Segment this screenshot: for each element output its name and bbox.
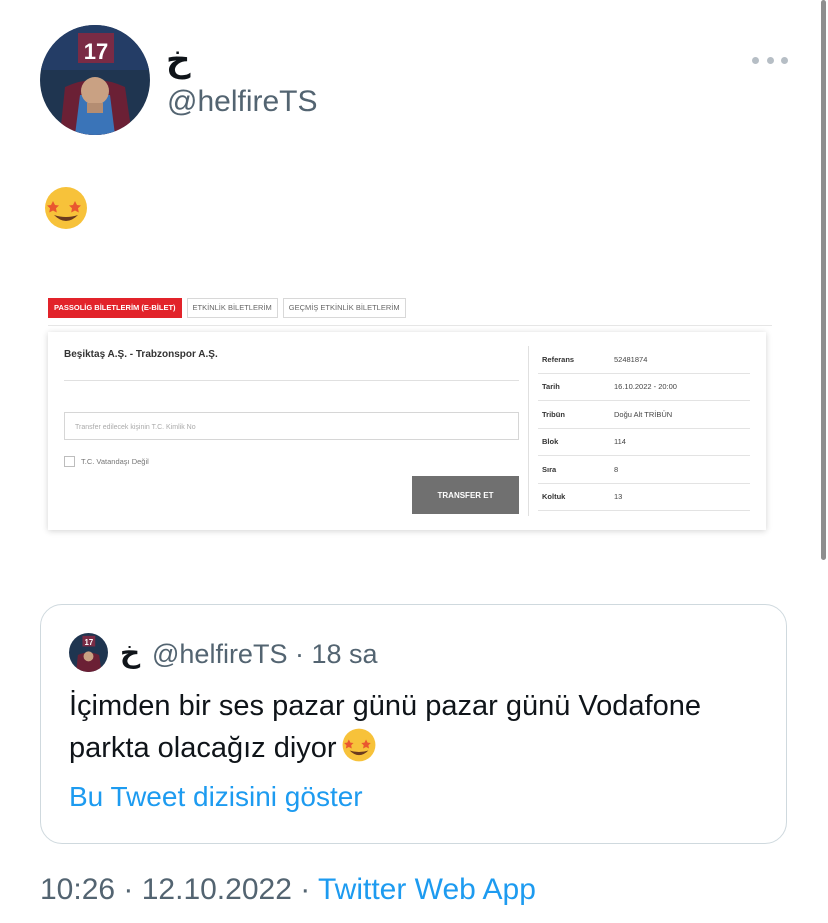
scrollbar[interactable] xyxy=(821,0,826,560)
quoted-handle-time: @helfireTS · 18 sa xyxy=(152,639,378,669)
detail-row: Koltuk 13 xyxy=(538,484,750,511)
quoted-text: İçimden bir ses pazar günü pazar günü Vo… xyxy=(69,685,769,769)
match-title: Beşiktaş A.Ş. - Trabzonspor A.Ş. xyxy=(64,349,218,360)
ticket-card: Beşiktaş A.Ş. - Trabzonspor A.Ş. Transfe… xyxy=(48,332,766,530)
divider xyxy=(64,380,519,381)
star-struck-emoji xyxy=(341,727,377,763)
source-app-link[interactable]: Twitter Web App xyxy=(318,873,536,906)
quoted-display-name: خ xyxy=(120,636,141,669)
non-citizen-checkbox-row: T.C. Vatandaşı Değil xyxy=(64,456,149,467)
detail-value: 52481874 xyxy=(614,354,648,364)
quoted-tweet[interactable]: 17 خ @helfireTS · 18 sa İçimden bir ses … xyxy=(40,604,787,844)
tweet-metadata: 10:26 · 12.10.2022 · Twitter Web App xyxy=(40,870,536,910)
handle[interactable]: @helfireTS xyxy=(167,84,318,120)
detail-label: Tribün xyxy=(542,409,565,419)
detail-value: 114 xyxy=(614,437,626,447)
show-thread-link[interactable]: Bu Tweet dizisini göster xyxy=(69,781,363,813)
detail-label: Tarih xyxy=(542,382,560,392)
tab-passolig-tickets: PASSOLİG BİLETLERİM (E-BİLET) xyxy=(48,298,182,318)
ticket-tabs: PASSOLİG BİLETLERİM (E-BİLET) ETKİNLİK B… xyxy=(48,298,406,318)
detail-row: Tribün Doğu Alt TRİBÜN xyxy=(538,401,750,429)
detail-value: 8 xyxy=(614,464,619,474)
detail-label: Koltuk xyxy=(542,492,566,502)
avatar[interactable]: 17 xyxy=(40,25,150,135)
detail-row: Blok 114 xyxy=(538,429,750,456)
checkbox-label: T.C. Vatandaşı Değil xyxy=(81,457,149,466)
ticket-screenshot: PASSOLİG BİLETLERİM (E-BİLET) ETKİNLİK B… xyxy=(42,292,772,542)
divider xyxy=(528,346,529,516)
detail-label: Sıra xyxy=(542,464,557,474)
detail-label: Blok xyxy=(542,437,559,447)
detail-row: Sıra 8 xyxy=(538,456,750,484)
svg-text:17: 17 xyxy=(84,39,108,64)
timestamp[interactable]: 10:26 · 12.10.2022 · xyxy=(40,873,318,906)
quoted-text-body: İçimden bir ses pazar günü pazar günü Vo… xyxy=(69,690,701,764)
display-name[interactable]: خ xyxy=(166,40,191,80)
divider xyxy=(48,325,772,326)
more-options-icon[interactable] xyxy=(752,48,788,72)
quoted-avatar: 17 xyxy=(69,633,108,672)
detail-value: 13 xyxy=(614,492,623,502)
detail-value: 16.10.2022 - 20:00 xyxy=(614,382,677,392)
star-struck-emoji xyxy=(43,185,89,231)
svg-text:17: 17 xyxy=(85,638,94,647)
detail-row: Tarih 16.10.2022 - 20:00 xyxy=(538,374,750,401)
ticket-details: Referans 52481874 Tarih 16.10.2022 - 20:… xyxy=(538,346,750,511)
tab-past-event-tickets: GEÇMİŞ ETKİNLİK BİLETLERİM xyxy=(282,298,406,318)
tc-id-field: Transfer edilecek kişinin T.C. Kimlik No xyxy=(64,412,519,440)
tab-event-tickets: ETKİNLİK BİLETLERİM xyxy=(186,298,278,318)
transfer-button: TRANSFER ET xyxy=(412,476,519,514)
detail-value: Doğu Alt TRİBÜN xyxy=(614,409,673,419)
detail-label: Referans xyxy=(542,354,575,364)
detail-row: Referans 52481874 xyxy=(538,346,750,374)
checkbox xyxy=(64,456,75,467)
